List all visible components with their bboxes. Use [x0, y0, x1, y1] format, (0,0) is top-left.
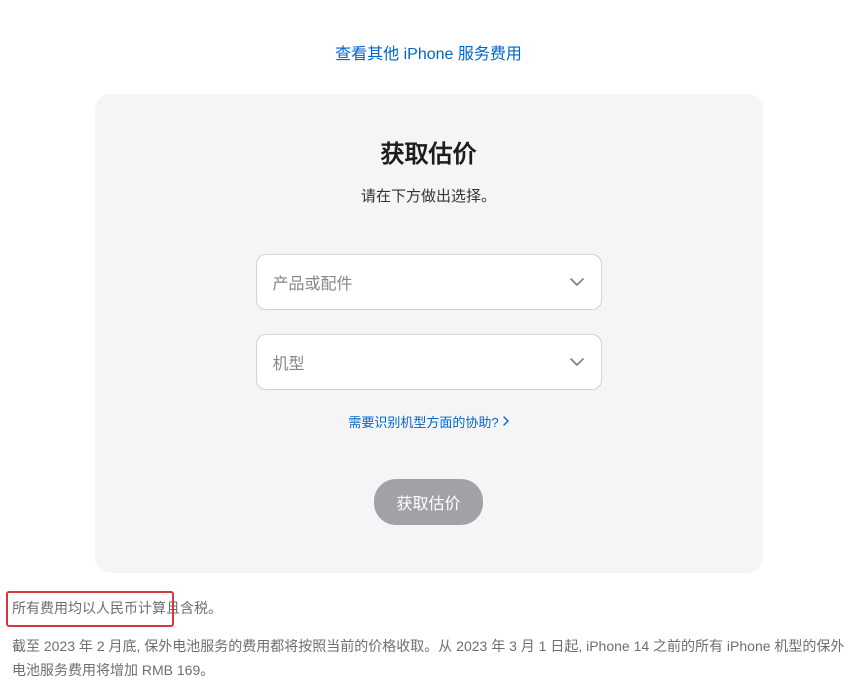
chevron-down-icon	[569, 354, 585, 370]
product-accessory-placeholder: 产品或配件	[273, 270, 353, 294]
footer-tax-note: 所有费用均以人民币计算且含税。	[12, 597, 845, 621]
product-accessory-select[interactable]: 产品或配件	[256, 254, 602, 310]
model-placeholder: 机型	[273, 350, 305, 374]
chevron-right-icon	[503, 414, 509, 429]
other-service-fees-link[interactable]: 查看其他 iPhone 服务费用	[335, 46, 522, 63]
footer-price-increase-note: 截至 2023 年 2 月底, 保外电池服务的费用都将按照当前的价格收取。从 2…	[12, 635, 845, 682]
help-link-label: 需要识别机型方面的协助?	[348, 412, 498, 431]
chevron-down-icon	[569, 274, 585, 290]
estimate-card: 获取估价 请在下方做出选择。 产品或配件 机型 需要识别机型方面的协助? 获取估…	[95, 94, 763, 573]
get-estimate-button[interactable]: 获取估价	[374, 479, 482, 525]
identify-model-help-link[interactable]: 需要识别机型方面的协助?	[348, 412, 508, 431]
card-subtitle: 请在下方做出选择。	[145, 185, 713, 206]
card-title: 获取估价	[145, 134, 713, 169]
footer-disclaimer: 所有费用均以人民币计算且含税。 截至 2023 年 2 月底, 保外电池服务的费…	[0, 573, 857, 682]
model-select[interactable]: 机型	[256, 334, 602, 390]
